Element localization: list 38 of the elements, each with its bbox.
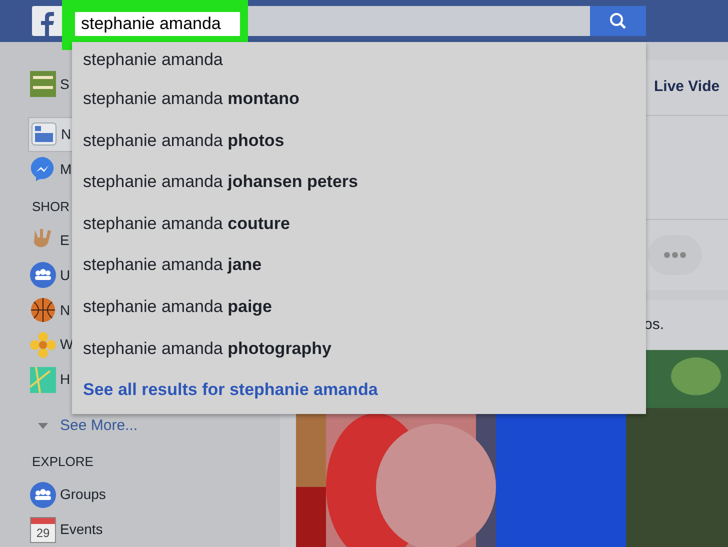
sidebar-item[interactable]: 29 Events	[28, 512, 104, 547]
flower-icon	[30, 332, 56, 358]
search-icon	[609, 12, 627, 30]
sidebar-item[interactable]: H	[28, 362, 72, 398]
sidebar-item[interactable]: Groups	[28, 477, 107, 512]
suggestion-item[interactable]: stephanie amanda paige	[83, 294, 272, 320]
wikihow-logo-icon	[30, 71, 56, 98]
sidebar-item[interactable]: S	[28, 67, 70, 102]
group-icon	[30, 262, 56, 288]
group-icon	[30, 482, 56, 508]
sidebar-item[interactable]: M	[28, 152, 73, 187]
newsfeed-icon	[31, 121, 57, 148]
suggestion-item[interactable]: stephanie amanda montano	[83, 86, 300, 112]
map-icon	[30, 366, 56, 393]
suggestion-item[interactable]: stephanie amanda photography	[83, 336, 332, 362]
search-field[interactable]: stephanie amanda	[75, 12, 240, 36]
suggestion-item[interactable]: stephanie amanda jane	[83, 252, 262, 278]
suggestion-item[interactable]: stephanie amanda couture	[83, 210, 290, 236]
see-more-link[interactable]: See More...	[28, 411, 138, 442]
sidebar-item[interactable]: N	[28, 116, 74, 152]
sidebar-item[interactable]: N	[28, 292, 72, 328]
suggestion-item[interactable]: stephanie amanda	[83, 47, 223, 73]
section-heading: SHOR	[32, 198, 70, 216]
suggestion-item[interactable]: stephanie amanda johansen peters	[83, 169, 358, 195]
basketball-icon	[30, 297, 56, 323]
facebook-logo[interactable]	[32, 6, 62, 36]
suggestion-item[interactable]: stephanie amanda photos	[83, 128, 284, 154]
messenger-icon	[30, 156, 56, 182]
more-icon	[664, 252, 686, 258]
sidebar-item[interactable]: U	[28, 258, 72, 293]
f-logo-icon	[40, 12, 54, 36]
sidebar-item[interactable]: E	[28, 222, 70, 258]
caret-icon	[38, 423, 48, 430]
see-all-results-link[interactable]: See all results for stephanie amanda	[83, 377, 378, 403]
calendar-icon: 29	[30, 516, 56, 543]
section-heading: EXPLORE	[32, 452, 94, 471]
search-button[interactable]	[590, 6, 646, 36]
live-video-tab[interactable]: Live Vide	[654, 76, 720, 99]
